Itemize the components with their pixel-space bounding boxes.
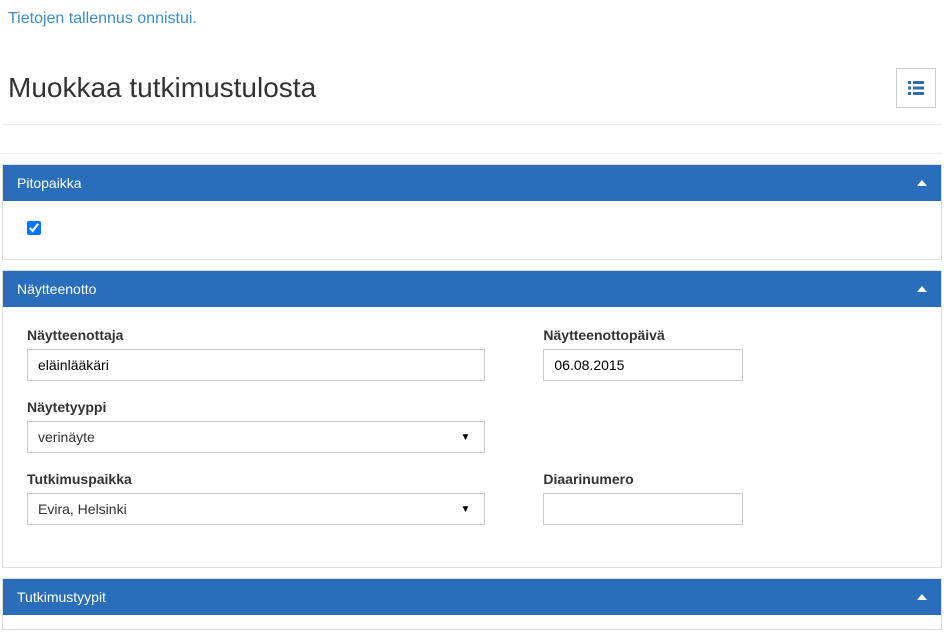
banner-strip — [2, 124, 942, 154]
field-diary-number: Diaarinumero — [543, 471, 917, 525]
panel-research-types-body — [3, 615, 941, 629]
panel-sampling-title: Näytteenotto — [17, 281, 96, 297]
input-sample-date[interactable] — [543, 349, 743, 381]
location-item-row — [27, 221, 917, 235]
field-sample-type: Näytetyyppi verinäyte ▼ — [27, 399, 485, 453]
select-sample-type-value: verinäyte — [38, 429, 95, 445]
select-research-place[interactable]: Evira, Helsinki ▼ — [27, 493, 485, 525]
field-sample-date: Näytteenottopäivä — [543, 327, 917, 381]
list-icon — [908, 81, 924, 95]
panel-location-header[interactable]: Pitopaikka — [3, 165, 941, 201]
label-sample-date: Näytteenottopäivä — [543, 327, 917, 343]
field-sampler: Näytteenottaja — [27, 327, 485, 381]
input-diary-number[interactable] — [543, 493, 743, 525]
select-sample-type[interactable]: verinäyte ▼ — [27, 421, 485, 453]
input-sampler[interactable] — [27, 349, 485, 381]
list-button[interactable] — [896, 68, 936, 108]
status-message: Tietojen tallennus onnistui. — [0, 0, 944, 34]
panel-location-title: Pitopaikka — [17, 175, 82, 191]
select-research-place-value: Evira, Helsinki — [38, 501, 127, 517]
panel-sampling-header[interactable]: Näytteenotto — [3, 271, 941, 307]
location-item-checkbox[interactable] — [27, 221, 41, 235]
panel-research-types-header[interactable]: Tutkimustyypit — [3, 579, 941, 615]
panel-sampling: Näytteenotto Näytteenottaja Näytteenotto… — [2, 270, 942, 568]
label-research-place: Tutkimuspaikka — [27, 471, 485, 487]
panel-sampling-body: Näytteenottaja Näytteenottopäivä Näytety… — [3, 307, 941, 567]
panel-location: Pitopaikka — [2, 164, 942, 260]
chevron-down-icon: ▼ — [456, 498, 474, 520]
panel-research-types-title: Tutkimustyypit — [17, 589, 106, 605]
caret-up-icon — [917, 180, 927, 186]
page-header: Muokkaa tutkimustulosta — [0, 34, 944, 118]
panel-research-types: Tutkimustyypit — [2, 578, 942, 630]
chevron-down-icon: ▼ — [456, 426, 474, 448]
label-sample-type: Näytetyyppi — [27, 399, 485, 415]
label-sampler: Näytteenottaja — [27, 327, 485, 343]
field-research-place: Tutkimuspaikka Evira, Helsinki ▼ — [27, 471, 485, 525]
label-diary-number: Diaarinumero — [543, 471, 917, 487]
caret-up-icon — [917, 286, 927, 292]
page-title: Muokkaa tutkimustulosta — [8, 72, 316, 104]
caret-up-icon — [917, 594, 927, 600]
panel-location-body — [3, 201, 941, 259]
